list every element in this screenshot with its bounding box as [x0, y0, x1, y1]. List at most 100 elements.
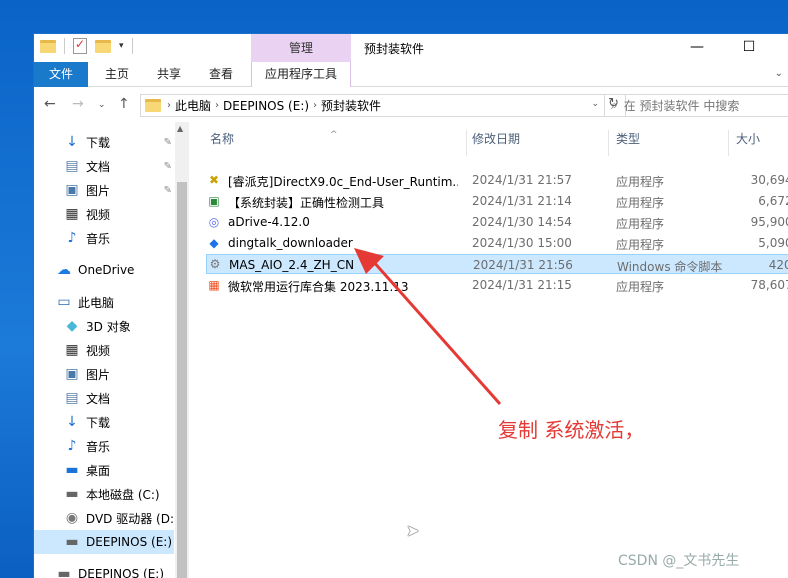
file-name: 【系统封装】正确性检测工具 — [228, 196, 385, 210]
file-name: aDrive-4.12.0 — [228, 215, 310, 229]
breadcrumb-folder[interactable]: 预封装软件 — [321, 97, 381, 114]
sidebar-item-label: 图片 — [86, 183, 111, 198]
scrollbar-thumb[interactable] — [177, 182, 187, 578]
sidebar-item[interactable]: ☁ OneDrive — [34, 258, 174, 282]
sidebar-item-label: 下载 — [86, 415, 111, 430]
sidebar-item-label: DVD 驱动器 (D: — [85, 511, 174, 526]
chevron-right-icon[interactable]: › — [313, 100, 317, 111]
chevron-right-icon[interactable]: › — [215, 100, 219, 111]
file-row[interactable]: ◎ aDrive-4.12.0 2024/1/30 14:54 应用程序 95,900 … — [206, 212, 788, 232]
download-icon: ↓ — [66, 414, 78, 430]
tab-file[interactable]: 文件 — [34, 62, 88, 87]
breadcrumb-this-pc[interactable]: 此电脑 — [175, 97, 211, 114]
minimize-button[interactable]: — — [674, 34, 720, 62]
document-icon: ▤ — [65, 390, 79, 406]
address-dropdown-icon[interactable]: ⌄ — [591, 99, 599, 109]
sidebar-item[interactable]: ↓ 下载 — [34, 410, 174, 434]
sidebar-item[interactable]: ◉ DVD 驱动器 (D: — [34, 506, 174, 530]
pin-icon[interactable]: ✎ — [164, 137, 172, 148]
tab-share[interactable]: 共享 — [146, 62, 192, 87]
nav-scrollbar[interactable]: ▲ — [175, 122, 189, 578]
folder-icon — [40, 39, 56, 53]
column-name[interactable]: 名称 — [210, 130, 234, 147]
onedrive-icon: ☁ — [57, 262, 71, 278]
address-bar[interactable]: › 此电脑 › DEEPINOS (E:) › 预封装软件 ⌄ ↻ — [140, 94, 626, 117]
ribbon-tabs: 文件 主页 共享 查看 应用程序工具 ⌄ — [34, 62, 788, 87]
tab-view[interactable]: 查看 — [198, 62, 244, 87]
breadcrumb-drive[interactable]: DEEPINOS (E:) — [223, 99, 309, 113]
recent-chevron-icon[interactable]: ⌄ — [98, 100, 106, 110]
sidebar-item-label: 音乐 — [86, 439, 111, 454]
file-row[interactable]: ⚙ MAS_AIO_2.4_ZH_CN 2024/1/31 21:56 Windows… — [206, 254, 788, 274]
chevron-right-icon[interactable]: › — [167, 100, 171, 111]
scroll-up-icon[interactable]: ▲ — [177, 124, 183, 133]
watermark: CSDN @_文书先生 — [618, 553, 740, 569]
sidebar-item[interactable]: ◆ 3D 对象 — [34, 314, 174, 338]
sidebar-item[interactable]: ▣ 图片 — [34, 362, 174, 386]
dvd-icon: ◉ — [65, 510, 79, 526]
pin-icon[interactable]: ✎ — [164, 161, 172, 172]
desktop-icon: ▬ — [65, 462, 79, 478]
file-row[interactable]: ◆ dingtalk_downloader 2024/1/30 15:00 应用程序 5… — [206, 233, 788, 253]
expand-ribbon-icon[interactable]: ⌄ — [775, 68, 783, 79]
sidebar-item[interactable]: ▦ 视频 — [34, 338, 174, 362]
title-bar: ▾ 管理 预封装软件 — ☐ — [34, 34, 788, 62]
pin-icon[interactable]: ✎ — [164, 185, 172, 196]
sidebar-item-label: 此电脑 — [78, 295, 115, 310]
tab-home[interactable]: 主页 — [92, 62, 142, 87]
file-type: 应用程序 — [616, 175, 665, 189]
properties-icon[interactable] — [73, 37, 87, 54]
context-group-label: 管理 — [251, 34, 351, 62]
sidebar-item[interactable]: ▤ 文档 — [34, 386, 174, 410]
sidebar-item[interactable]: ↓ 下载 ✎ — [34, 130, 174, 154]
navigation-pane: ↓ 下载 ✎ ▤ 文档 ✎ ▣ 图片 ✎ ▦ 视频 ♪ 音乐 ☁ OneDrive ▭ 此电脑 ◆ 3D 对象 ▦ 视频… — [34, 122, 189, 578]
column-size[interactable]: 大小 — [736, 130, 760, 147]
mouse-cursor: ➤ — [406, 521, 420, 540]
sidebar-item[interactable]: ▬ 本地磁盘 (C:) — [34, 482, 174, 506]
maximize-button[interactable]: ☐ — [726, 34, 772, 62]
sidebar-item[interactable]: ▬ 桌面 — [34, 458, 174, 482]
music-icon: ♪ — [67, 438, 77, 454]
dingtalk-icon: ◆ — [209, 236, 219, 250]
video-icon: ▦ — [65, 206, 79, 222]
sidebar-item[interactable]: ▣ 图片 ✎ — [34, 178, 174, 202]
script-icon: ⚙ — [209, 257, 221, 271]
window-title: 预封装软件 — [364, 42, 425, 56]
sidebar-item[interactable]: ♪ 音乐 — [34, 226, 174, 250]
column-date[interactable]: 修改日期 — [472, 130, 520, 147]
forward-button[interactable]: → — [72, 96, 84, 112]
annotation-text: 复制 系统激活， — [498, 418, 645, 442]
video-icon: ▦ — [65, 342, 79, 358]
sidebar-item-label: DEEPINOS (E:) — [78, 567, 165, 578]
sidebar-item[interactable]: ▦ 视频 — [34, 202, 174, 226]
file-size: 420 I — [768, 258, 788, 272]
windows-icon: ▦ — [208, 278, 220, 292]
tab-app-tools[interactable]: 应用程序工具 — [251, 62, 351, 87]
column-type[interactable]: 类型 — [616, 130, 640, 147]
back-button[interactable]: ← — [44, 96, 56, 112]
sidebar-item-label: OneDrive — [78, 263, 135, 277]
sidebar-item[interactable]: ▤ 文档 ✎ — [34, 154, 174, 178]
file-row[interactable]: ✖ [睿派克]DirectX9.0c_End-User_Runtim... 2024… — [206, 170, 788, 190]
drive-icon: ▬ — [65, 486, 79, 502]
file-type: 应用程序 — [616, 280, 665, 294]
up-button[interactable]: ↑ — [118, 96, 130, 112]
sidebar-item[interactable]: ▭ 此电脑 — [34, 290, 174, 314]
sidebar-item-label: 文档 — [86, 159, 111, 174]
sidebar-item[interactable]: ♪ 音乐 — [34, 434, 174, 458]
file-list: ^ 名称 修改日期 类型 大小 ✖ [睿派克]DirectX9.0c_End-Us… — [194, 122, 788, 578]
sidebar-item[interactable]: ▬ DEEPINOS (E:) — [34, 562, 174, 578]
file-row[interactable]: ▦ 微软常用运行库合集 2023.11.13 2024/1/31 21:15 应用程序… — [206, 275, 788, 295]
file-type: 应用程序 — [616, 238, 665, 252]
chevron-down-icon[interactable]: ▾ — [119, 41, 124, 51]
new-folder-icon[interactable] — [95, 39, 111, 53]
search-input[interactable]: ⌕ 在 预封装软件 中搜索 — [604, 94, 788, 117]
file-size: 78,607 I — [750, 278, 788, 292]
adrive-icon: ◎ — [208, 215, 220, 229]
file-date: 2024/1/31 21:56 — [473, 258, 573, 272]
sidebar-item-label: 视频 — [86, 207, 111, 222]
file-row[interactable]: ▣ 【系统封装】正确性检测工具 2024/1/31 21:14 应用程序 6,672 I — [206, 191, 788, 211]
directx-icon: ✖ — [208, 173, 220, 187]
sidebar-item[interactable]: ▬ DEEPINOS (E:) — [34, 530, 174, 554]
address-row: ← → ⌄ ↑ › 此电脑 › DEEPINOS (E:) › 预封装软件 ⌄ … — [34, 90, 788, 120]
